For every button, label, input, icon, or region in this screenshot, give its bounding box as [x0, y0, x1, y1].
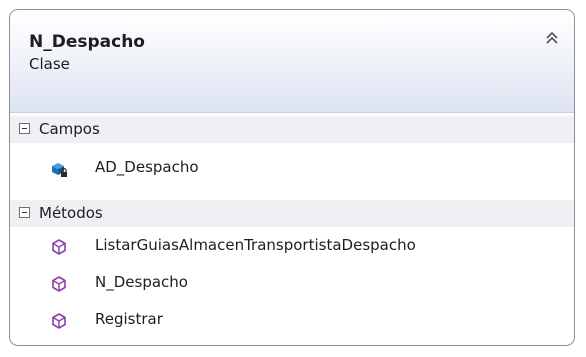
field-label: AD_Despacho [95, 158, 199, 176]
collapse-chevron-icon[interactable] [542, 28, 562, 48]
method-item[interactable]: Registrar [10, 304, 574, 336]
method-icon [50, 312, 68, 330]
method-item[interactable]: ListarGuiasAlmacenTransportistaDespacho [10, 230, 574, 262]
class-name: N_Despacho [29, 32, 145, 52]
method-item[interactable]: N_Despacho [10, 267, 574, 299]
private-field-icon [50, 160, 68, 178]
field-item[interactable]: AD_Despacho [10, 152, 574, 184]
collapse-toggle-icon[interactable] [19, 123, 30, 134]
class-stereotype: Clase [29, 55, 70, 73]
method-icon [50, 275, 68, 293]
method-label: N_Despacho [95, 273, 188, 291]
class-header[interactable]: N_Despacho Clase [10, 10, 574, 113]
collapse-toggle-icon[interactable] [19, 207, 30, 218]
section-metodos-header[interactable]: Métodos [10, 200, 574, 227]
method-label: Registrar [95, 310, 163, 328]
section-metodos-label: Métodos [39, 204, 103, 222]
method-icon [50, 238, 68, 256]
section-campos-label: Campos [39, 120, 100, 138]
method-label: ListarGuiasAlmacenTransportistaDespacho [95, 236, 416, 254]
section-campos-header[interactable]: Campos [10, 116, 574, 143]
class-shape[interactable]: N_Despacho Clase Campos AD_Despacho Méto… [9, 9, 575, 346]
